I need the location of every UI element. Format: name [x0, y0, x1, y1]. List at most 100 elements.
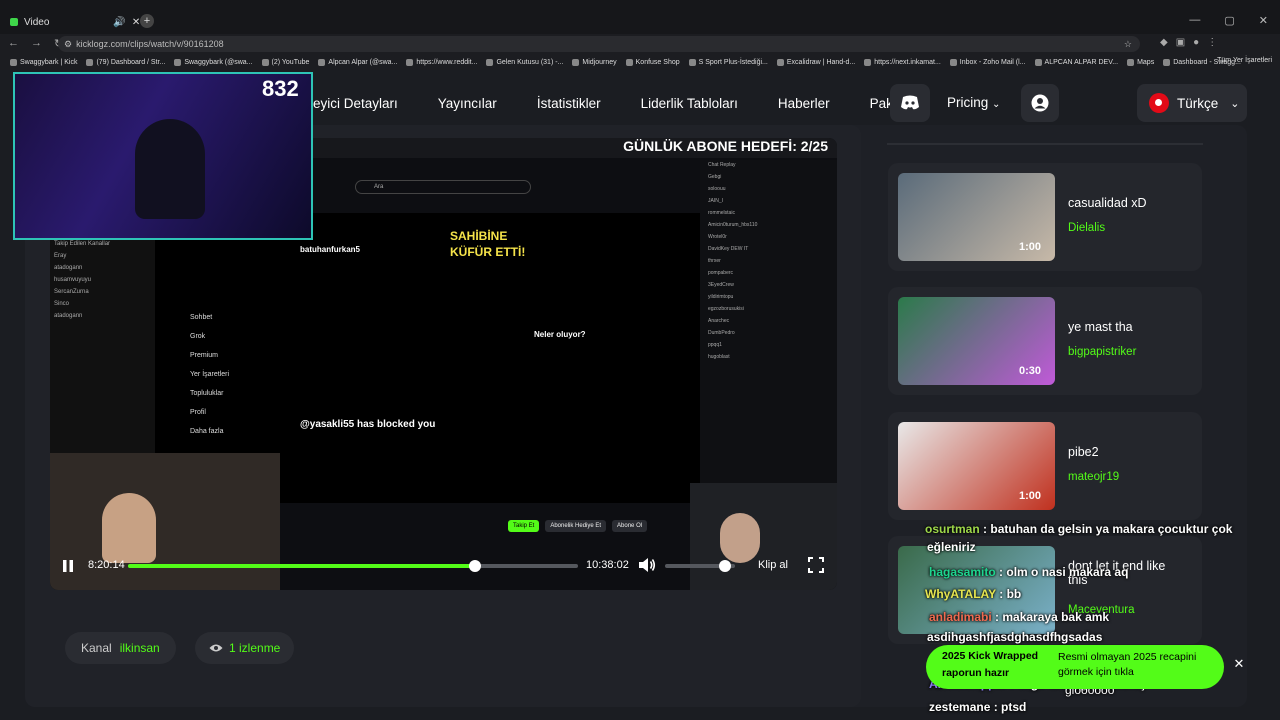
pause-icon[interactable]: [62, 559, 74, 573]
language-label: Türkçe: [1177, 95, 1219, 111]
video-cam-bottom: [50, 453, 280, 590]
clip-channel[interactable]: mateojr19: [1068, 471, 1119, 483]
bookmark-label: https://www.reddit...: [416, 58, 478, 66]
minimize-icon[interactable]: —: [1189, 14, 1200, 27]
profile-avatar-icon[interactable]: ●: [1193, 37, 1199, 48]
close-window-icon[interactable]: ✕: [1259, 14, 1268, 27]
site-info-icon[interactable]: ⚙: [64, 39, 72, 50]
clip-thumbnail[interactable]: 1:00: [898, 173, 1055, 261]
clip-title[interactable]: pibe2: [1068, 445, 1099, 459]
close-icon[interactable]: ✕: [1230, 656, 1248, 674]
bookmark-item[interactable]: Konfuse Shop: [625, 58, 680, 66]
bookmark-item[interactable]: ALPCAN ALPAR DEV...: [1034, 58, 1118, 66]
pricing-label: Pricing: [947, 95, 989, 110]
seek-bar-thumb[interactable]: [468, 560, 481, 572]
account-button[interactable]: [1021, 84, 1059, 122]
extension-icon[interactable]: ◆: [1160, 37, 1168, 48]
bookmark-label: Inbox - Zoho Mail (l...: [959, 58, 1026, 66]
browser-menu-icon[interactable]: ⋮: [1207, 37, 1217, 48]
video-left-item: atadogann: [54, 265, 83, 271]
views-chip: 1 izlenme: [195, 632, 295, 664]
main-nav: eyici Detayları Yayıncılar İstatistikler Li…: [313, 84, 959, 122]
bookmark-label: Maps: [1137, 58, 1155, 66]
chat-message: hagasamito : olm o nasi makara aq: [929, 565, 1128, 579]
video-chat-line: ppqq1: [708, 342, 722, 348]
clip-channel[interactable]: Dielalis: [1068, 222, 1105, 234]
clip-button[interactable]: Klip al: [758, 559, 788, 571]
bookmark-item[interactable]: Excalidraw | Hand-d...: [776, 58, 855, 66]
chevron-down-icon: ⌄: [992, 99, 1001, 110]
nav-item[interactable]: Haberler: [778, 96, 830, 111]
chat-username[interactable]: WhyATALAY: [925, 587, 996, 601]
chat-username[interactable]: anladimabi: [929, 610, 992, 624]
chat-text: asdihgashfjasdghasdfhgsadas: [927, 630, 1103, 644]
browser-nav-buttons: ← → ↻: [8, 37, 63, 50]
video-chat-line: 3EyedCrew: [708, 282, 734, 288]
address-bar[interactable]: ⚙ kicklogz.com/clips/watch/v/90161208 ☆: [58, 36, 1140, 52]
bookmark-item[interactable]: Swaggybark (@swa...: [174, 58, 253, 66]
bookmark-label: Swaggybark | Kick: [20, 58, 78, 66]
browser-tab[interactable]: Video 🔊 ✕: [10, 12, 156, 32]
pricing-dropdown[interactable]: Pricing ⌄: [947, 95, 1000, 110]
kick-wrapped-banner[interactable]: 2025 Kick Wrapped raporun hazır Resmi ol…: [926, 645, 1224, 689]
new-tab-button[interactable]: +: [140, 14, 154, 28]
chat-message: asdihgashfjasdghasdfhgsadas: [927, 630, 1102, 644]
bookmark-item[interactable]: Maps: [1127, 58, 1155, 66]
back-icon[interactable]: ←: [8, 37, 19, 50]
tab-close-icon[interactable]: ✕: [132, 17, 140, 28]
language-selector[interactable]: Türkçe ⌄: [1137, 84, 1247, 122]
clip-channel[interactable]: bigpapistriker: [1068, 346, 1136, 358]
bookmark-item[interactable]: Alpcan Alpar (@swa...: [318, 58, 397, 66]
video-trending-title: Neler oluyor?: [534, 330, 586, 339]
video-left-item: husamvuyuyu: [54, 277, 92, 283]
nav-item[interactable]: İstatistikler: [537, 96, 601, 111]
related-clip-card[interactable]: 0:30 ye mast tha bigpapistriker: [888, 287, 1202, 395]
clip-thumbnail[interactable]: 1:00: [898, 422, 1055, 510]
chat-username[interactable]: hagasamito: [929, 565, 996, 579]
bookmark-item[interactable]: Gelen Kutusu (31) -...: [486, 58, 563, 66]
tab-audio-icon[interactable]: 🔊: [113, 17, 125, 28]
video-side-menu-item: Topluluklar: [190, 390, 224, 397]
channel-name[interactable]: ilkinsan: [120, 641, 160, 655]
bookmark-item[interactable]: https://next.inkamat...: [864, 58, 941, 66]
video-chat-line: DumbPedro: [708, 330, 735, 336]
bookmark-item[interactable]: (2) YouTube: [261, 58, 310, 66]
url-text: kicklogz.com/clips/watch/v/90161208: [76, 39, 224, 49]
bookmark-label: (2) YouTube: [271, 58, 310, 66]
forward-icon[interactable]: →: [31, 37, 42, 50]
bookmark-item[interactable]: Swaggybark | Kick: [10, 58, 78, 66]
chat-username[interactable]: osurtman: [925, 522, 980, 536]
clip-title[interactable]: ye mast tha: [1068, 320, 1133, 334]
wrapped-title: 2025 Kick Wrapped: [942, 650, 1039, 662]
video-side-menu-item: Daha fazla: [190, 428, 224, 435]
volume-icon[interactable]: [638, 557, 656, 573]
channel-chip[interactable]: Kanal ilkinsan: [65, 632, 176, 664]
bookmark-item[interactable]: https://www.reddit...: [406, 58, 478, 66]
bookmark-favicon-icon: [949, 58, 957, 66]
all-bookmarks-link[interactable]: Tüm Yer İşaretleri: [1217, 57, 1272, 64]
bookmark-item[interactable]: Inbox - Zoho Mail (l...: [949, 58, 1026, 66]
seek-bar[interactable]: [128, 560, 578, 572]
nav-item[interactable]: eyici Detayları: [313, 96, 398, 111]
clip-title[interactable]: casualidad xD: [1068, 196, 1147, 210]
video-side-menu-item: Grok: [190, 333, 206, 340]
bookmark-item[interactable]: (79) Dashboard / Str...: [86, 58, 165, 66]
user-icon: [1031, 94, 1049, 112]
clip-thumbnail[interactable]: 0:30: [898, 297, 1055, 385]
related-clip-card[interactable]: 1:00 casualidad xD Dielalis: [888, 163, 1202, 271]
chat-username[interactable]: zestemane: [929, 700, 990, 714]
chat-text: olm o nasi makara aq: [1006, 565, 1129, 579]
related-clip-card[interactable]: 1:00 pibe2 mateojr19: [888, 412, 1202, 520]
nav-item[interactable]: Yayıncılar: [438, 96, 497, 111]
bookmark-item[interactable]: S Sport Plus-İstediği...: [688, 58, 768, 66]
extensions-puzzle-icon[interactable]: ▣: [1176, 37, 1185, 48]
bookmark-favicon-icon: [1034, 58, 1042, 66]
bookmark-item[interactable]: Midjourney: [572, 58, 617, 66]
video-left-item: Eray: [54, 253, 67, 259]
bookmark-star-icon[interactable]: ☆: [1124, 39, 1132, 50]
video-follow-button: Takip Et: [508, 520, 540, 532]
fullscreen-icon[interactable]: [808, 557, 824, 573]
maximize-icon[interactable]: ▢: [1224, 14, 1234, 27]
nav-item[interactable]: Liderlik Tabloları: [641, 96, 738, 111]
discord-button[interactable]: [890, 84, 930, 122]
